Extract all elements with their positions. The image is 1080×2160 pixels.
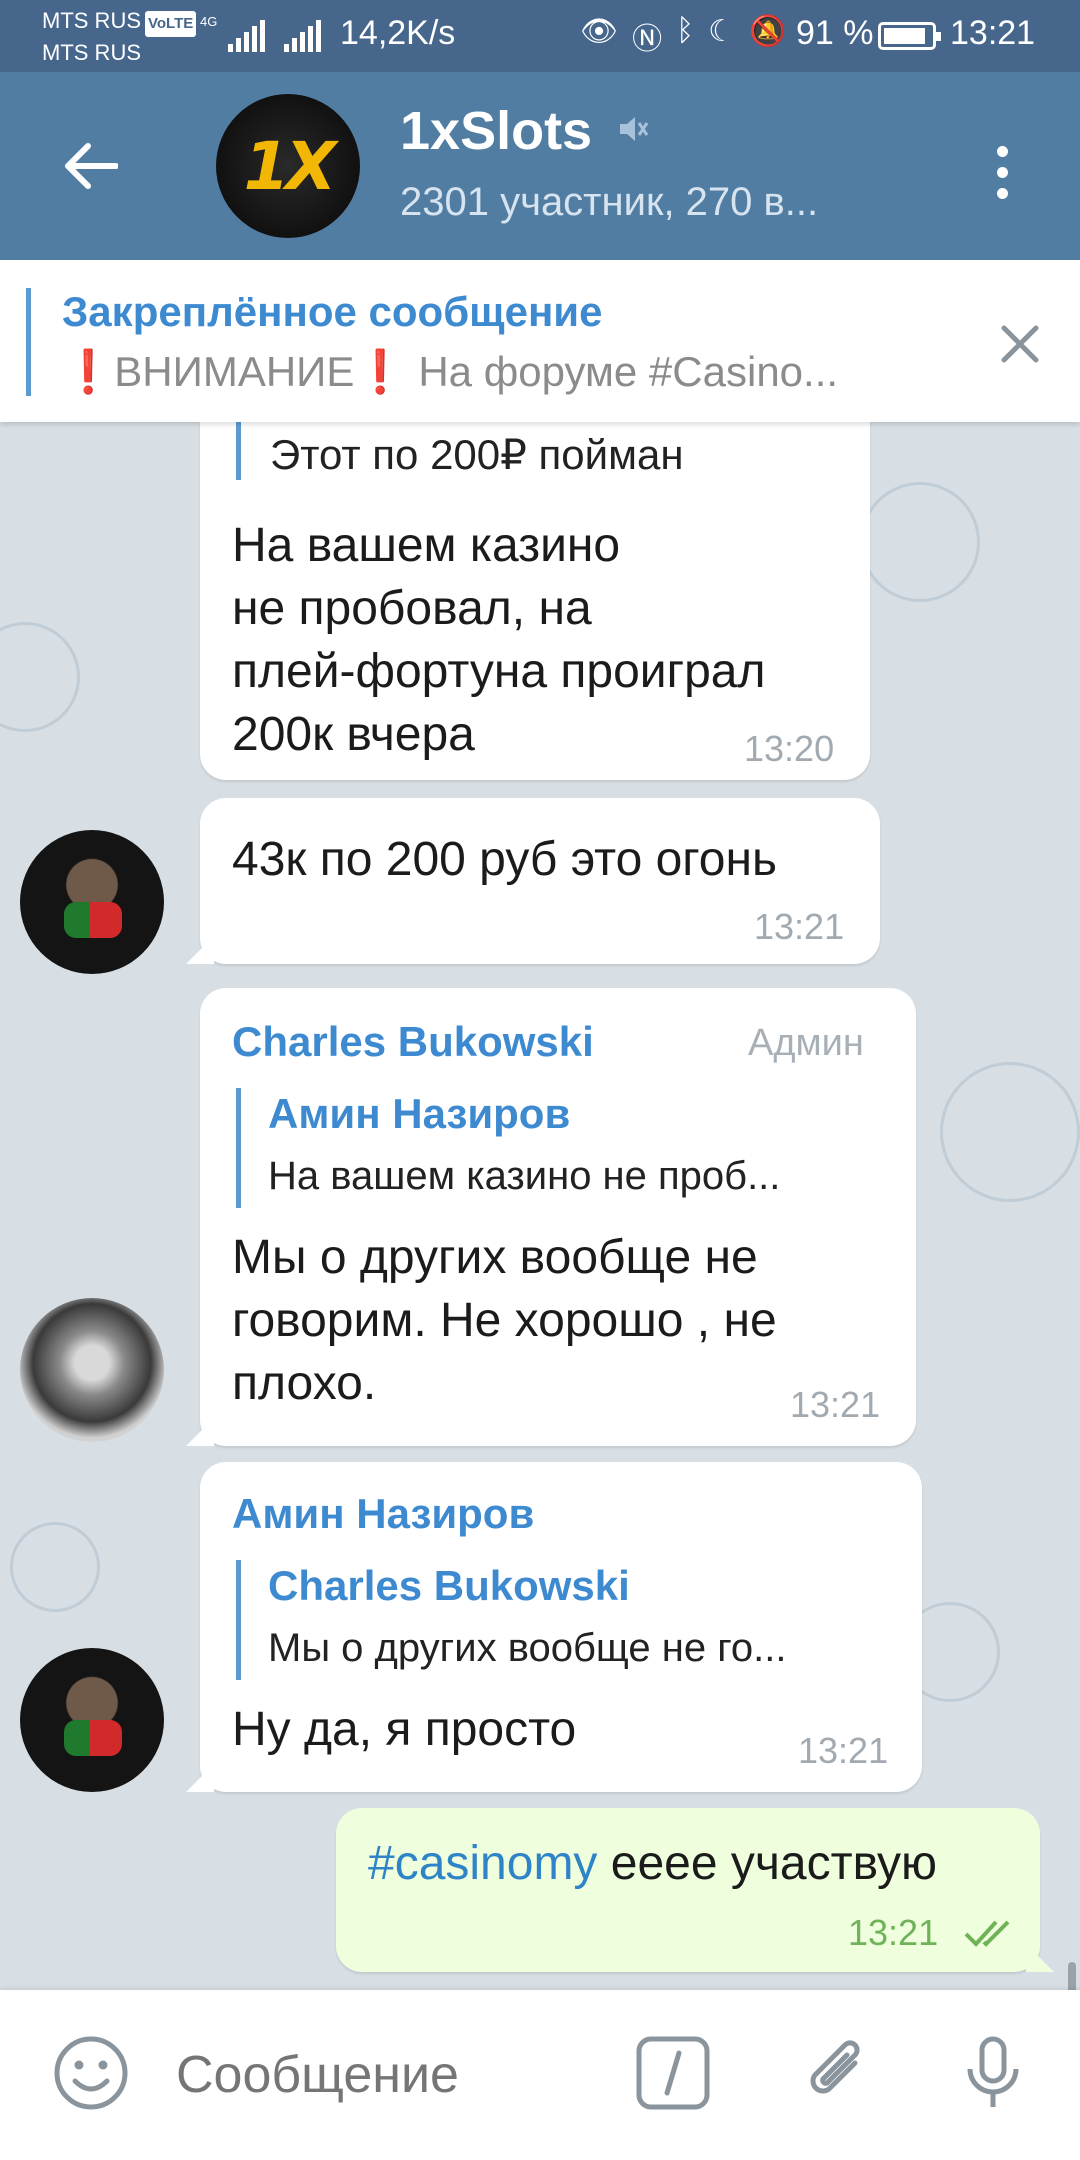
reply-bar (236, 1088, 241, 1208)
signal-icon: 4G (200, 14, 265, 52)
chat-area[interactable]: Этот по 200₽ пойман На вашем казино не п… (0, 422, 1080, 1990)
nfc-icon: Ⓝ (632, 23, 663, 56)
double-check-icon (964, 1920, 1010, 1947)
more-vert-icon (996, 145, 1008, 157)
battery-percent: 91 % (796, 14, 874, 52)
moon-icon: ☾ (708, 15, 735, 48)
chat-subtitle: 2301 участник, 270 в... (400, 180, 819, 224)
bluetooth-icon: ᛒ (676, 14, 695, 47)
reply-name: Charles Bukowski (268, 1562, 630, 1609)
back-button[interactable] (52, 128, 128, 204)
pinned-preview: ❗ВНИМАНИЕ❗ На форуме #Casino... (62, 348, 932, 397)
voice-button[interactable] (948, 2028, 1038, 2118)
mute-icon (616, 112, 650, 151)
volte-badge: VoLTE (145, 11, 197, 37)
reply-quote: Этот по 200₽ пойман (270, 431, 684, 478)
more-options-button[interactable] (974, 132, 1030, 212)
message-time: 13:20 (744, 728, 835, 769)
attach-button[interactable] (792, 2028, 882, 2118)
close-icon (1001, 325, 1039, 363)
scrollbar[interactable] (1068, 1962, 1076, 1990)
avatar-mask (64, 1720, 122, 1756)
sender-name[interactable]: Амин Назиров (232, 1490, 534, 1538)
chat-title[interactable]: 1xSlots (400, 100, 592, 162)
status-icons: 👁 Ⓝ ᛒ ☾ 🔕 (580, 14, 786, 58)
avatar[interactable] (20, 830, 164, 974)
network-type: 4G (200, 14, 218, 29)
chat-header: 1X 1xSlots 2301 участник, 270 в... (0, 72, 1080, 260)
message-input-bar (0, 1990, 1080, 2160)
message-input[interactable] (176, 2040, 606, 2110)
wallpaper-doodle (860, 482, 980, 602)
pinned-message[interactable]: Закреплённое сообщение ❗ВНИМАНИЕ❗ На фор… (0, 260, 1080, 422)
signal-2-icon (284, 16, 321, 52)
message-text: Ну да, я просто (232, 1703, 577, 1756)
carrier-2: MTS RUS (42, 40, 141, 65)
avatar-mask (64, 902, 122, 938)
exclamation-icon: ❗ (354, 348, 407, 395)
back-arrow-icon (65, 143, 118, 189)
carrier-1: MTS RUS VoLTE (42, 8, 197, 37)
message-text: На вашем казино не пробовал, на плей-фор… (232, 519, 766, 761)
message-bubble[interactable]: Charles Bukowski Админ Амин Назиров На в… (200, 988, 916, 1446)
pinned-rest: На форуме #Casino... (418, 348, 839, 395)
reply-text: Мы о других вообще не го... (268, 1626, 787, 1670)
message-time: 13:21 (798, 1730, 889, 1771)
message-time: 13:21 (790, 1384, 881, 1425)
attach-icon (810, 2040, 860, 2094)
outgoing-message-bubble[interactable]: #casinomy ееее участвую 13:21 (336, 1808, 1040, 1972)
hashtag-link[interactable]: #casinomy (368, 1837, 597, 1890)
emoji-button[interactable] (46, 2028, 136, 2118)
status-time: 13:21 (950, 14, 1036, 52)
emoji-icon (54, 2036, 128, 2110)
pinned-word: ВНИМАНИЕ (114, 348, 355, 395)
bot-command-button[interactable] (628, 2028, 718, 2118)
message-bubble[interactable]: Амин Назиров Charles Bukowski Мы о други… (200, 1462, 922, 1792)
avatar[interactable] (20, 1298, 164, 1442)
network-speed: 14,2K/s (340, 14, 456, 52)
message-text: 43к по 200 руб это огонь (232, 833, 777, 886)
message-time: 13:21 (848, 1912, 939, 1953)
alarm-off-icon: 🔕 (749, 15, 787, 48)
reply-text: На вашем казино не проб... (268, 1154, 781, 1198)
sender-name[interactable]: Charles Bukowski (232, 1018, 594, 1066)
wallpaper-doodle (10, 1522, 100, 1612)
bot-command-icon (636, 2036, 710, 2110)
reply-bar (236, 422, 241, 480)
avatar-logo: 1X (243, 127, 337, 205)
wallpaper-doodle (940, 1062, 1080, 1202)
message-text: #casinomy ееее участвую (368, 1832, 937, 1895)
wallpaper-doodle (0, 622, 80, 732)
microphone-icon (967, 2036, 1019, 2107)
message-bubble[interactable]: Этот по 200₽ пойман На вашем казино не п… (200, 422, 870, 780)
pinned-accent-bar (26, 288, 31, 396)
chat-avatar[interactable]: 1X (216, 94, 360, 238)
pinned-title: Закреплённое сообщение (62, 288, 603, 335)
battery-icon (878, 22, 941, 50)
message-text: Мы о других вообще не говорим. Не хорошо… (232, 1231, 777, 1410)
message-time: 13:21 (754, 906, 845, 947)
status-bar: MTS RUS VoLTE MTS RUS 4G 14,2K/s 👁 Ⓝ ᛒ ☾ … (0, 0, 1080, 72)
avatar[interactable] (20, 1648, 164, 1792)
exclamation-icon: ❗ (62, 348, 115, 395)
message-bubble[interactable]: 43к по 200 руб это огонь 13:21 (200, 798, 880, 964)
carrier-1-label: MTS RUS (42, 8, 141, 33)
reply-bar (236, 1560, 241, 1680)
reply-name: Амин Назиров (268, 1090, 571, 1137)
admin-badge: Админ (748, 1022, 864, 1064)
eye-icon: 👁 (580, 15, 619, 48)
message-text-rest: ееее участвую (597, 1837, 938, 1890)
pinned-close-button[interactable] (990, 314, 1050, 374)
